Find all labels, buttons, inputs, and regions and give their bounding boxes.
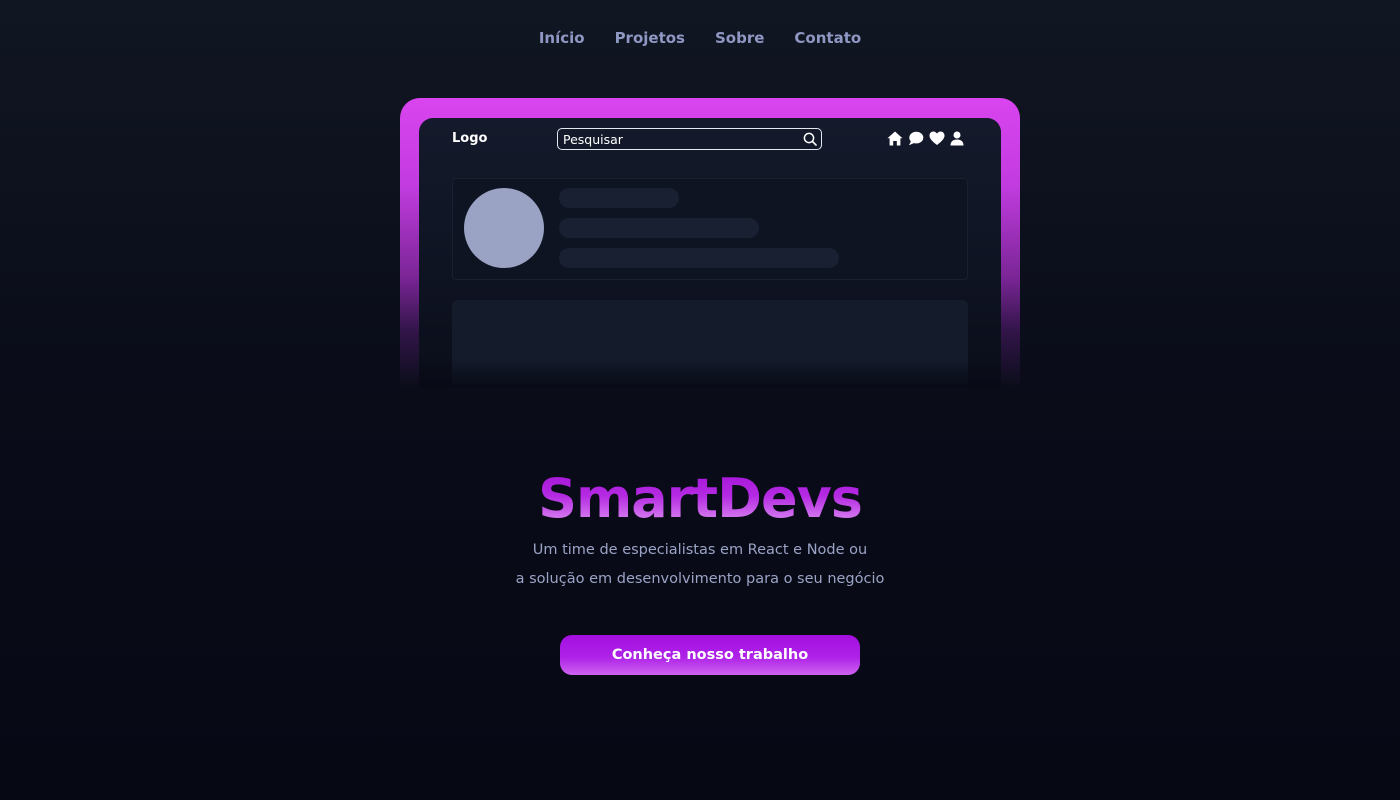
- mockup-icon-group: [887, 131, 964, 146]
- nav-link-sobre[interactable]: Sobre: [715, 27, 764, 49]
- heart-icon: [929, 131, 945, 145]
- home-icon: [887, 131, 903, 146]
- text-line-placeholder: [559, 218, 759, 238]
- hero-subtitle-line-2: a solução em desenvolvimento para o seu …: [515, 571, 885, 587]
- nav-link-contato[interactable]: Contato: [794, 27, 861, 49]
- screen-fade-overlay: [419, 358, 1001, 388]
- hero-subtitle-line-1: Um time de especialistas em React e Node…: [532, 542, 868, 558]
- text-line-placeholder: [559, 248, 839, 268]
- nav-link-projetos[interactable]: Projetos: [615, 27, 685, 49]
- hero-title: SmartDevs: [0, 466, 1400, 532]
- text-line-placeholder: [559, 188, 679, 208]
- search-icon: [803, 132, 817, 146]
- cta-button[interactable]: Conheça nosso trabalho: [560, 635, 860, 675]
- avatar-placeholder: [464, 188, 544, 268]
- user-icon: [950, 131, 964, 146]
- mockup-search-bar: Pesquisar: [557, 128, 822, 150]
- mockup-search-placeholder: Pesquisar: [563, 131, 623, 147]
- mockup-logo: Logo: [452, 131, 488, 146]
- device-mockup-frame: Logo Pesquisar: [400, 98, 1020, 388]
- chat-icon: [909, 131, 924, 146]
- top-nav: Início Projetos Sobre Contato: [0, 27, 1400, 49]
- profile-card-placeholder: [452, 178, 968, 280]
- hero-subtitle: Um time de especialistas em React e Node…: [0, 536, 1400, 594]
- nav-link-inicio[interactable]: Início: [539, 27, 585, 49]
- mockup-screen: Logo Pesquisar: [419, 118, 1001, 388]
